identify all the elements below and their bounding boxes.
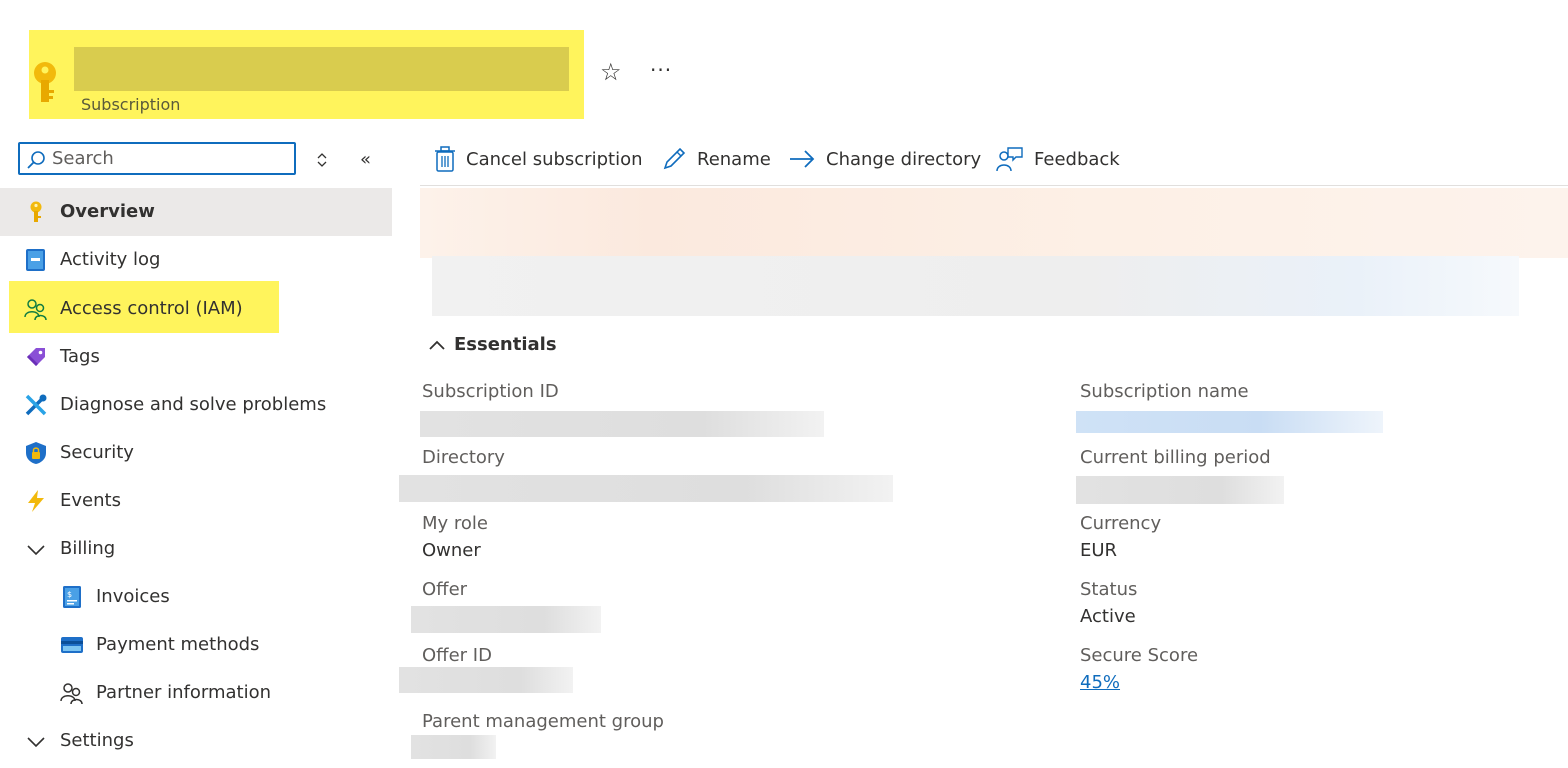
- feedback-icon: [996, 147, 1023, 172]
- sidebar-item-billing[interactable]: Billing: [0, 525, 392, 573]
- subscription-id-value-redacted: [420, 411, 824, 437]
- secure-score-link[interactable]: 45%: [1080, 671, 1120, 695]
- people-icon: [60, 681, 84, 705]
- directory-value-redacted: [399, 475, 893, 502]
- sidebar-item-label: Activity log: [60, 249, 161, 270]
- sidebar-item-label: Security: [60, 442, 134, 463]
- sidebar-item-invoices[interactable]: $ Invoices: [0, 573, 392, 621]
- billing-period-label: Current billing period: [1080, 447, 1271, 468]
- cancel-subscription-button[interactable]: Cancel subscription: [434, 145, 643, 173]
- status-label: Status: [1080, 579, 1138, 600]
- my-role-label: My role: [422, 513, 488, 534]
- sidebar-item-access-control[interactable]: Access control (IAM): [0, 285, 392, 333]
- sidebar-item-label: Access control (IAM): [60, 298, 243, 319]
- sidebar-item-tags[interactable]: Tags: [0, 333, 392, 381]
- essentials-title: Essentials: [454, 334, 557, 355]
- sidebar-item-label: Invoices: [96, 586, 170, 607]
- sidebar-item-security[interactable]: Security: [0, 429, 392, 477]
- notification-banner-redacted: [420, 188, 1568, 258]
- currency-label: Currency: [1080, 513, 1162, 534]
- sidebar-item-label: Settings: [60, 730, 134, 751]
- lightning-icon: [24, 489, 48, 513]
- shield-icon: [24, 441, 48, 465]
- sidebar-item-diagnose[interactable]: Diagnose and solve problems: [0, 381, 392, 429]
- offer-id-value-redacted: [399, 667, 573, 693]
- more-options-icon[interactable]: ···: [650, 58, 672, 82]
- toolbar-divider: [420, 185, 1568, 186]
- offer-value-redacted: [411, 606, 601, 633]
- sidebar-item-label: Payment methods: [96, 634, 260, 655]
- sidebar-item-label: Tags: [60, 346, 100, 367]
- rename-button[interactable]: Rename: [661, 145, 771, 173]
- feedback-label: Feedback: [1034, 148, 1120, 170]
- search-icon: [26, 150, 46, 174]
- offer-id-label: Offer ID: [422, 645, 492, 666]
- rename-label: Rename: [697, 148, 771, 170]
- sidebar-item-label: Billing: [60, 538, 116, 559]
- sidebar-item-partner-information[interactable]: Partner information: [0, 669, 392, 717]
- key-icon: [31, 60, 59, 110]
- my-role-value: Owner: [422, 540, 481, 561]
- sidebar-item-payment-methods[interactable]: Payment methods: [0, 621, 392, 669]
- sidebar-item-settings[interactable]: Settings: [0, 717, 392, 765]
- sort-icon[interactable]: [316, 152, 328, 172]
- invoice-icon: $: [60, 585, 84, 609]
- sidebar-item-label: Events: [60, 490, 121, 511]
- sidebar-item-label: Partner information: [96, 682, 272, 703]
- cancel-subscription-label: Cancel subscription: [466, 148, 643, 170]
- tag-icon: [24, 345, 48, 369]
- activity-log-icon: [24, 248, 48, 272]
- collapse-sidebar-icon[interactable]: «: [360, 151, 371, 169]
- parent-management-group-label: Parent management group: [422, 711, 664, 732]
- sidebar-item-events[interactable]: Events: [0, 477, 392, 525]
- subscription-title-redacted: [74, 47, 569, 91]
- sidebar-item-label: Overview: [60, 201, 155, 222]
- sidebar-item-label: Diagnose and solve problems: [60, 394, 327, 415]
- page-subtitle: Subscription: [81, 95, 181, 114]
- sidebar-item-activity-log[interactable]: Activity log: [0, 236, 392, 284]
- people-icon: [24, 297, 48, 321]
- chevron-down-icon: [24, 537, 48, 561]
- essentials-toggle[interactable]: Essentials: [428, 334, 557, 355]
- sidebar-item-overview[interactable]: Overview: [0, 188, 392, 236]
- info-banner-redacted: [432, 256, 1519, 316]
- arrow-right-icon: [790, 150, 815, 168]
- billing-period-value-redacted: [1076, 476, 1284, 504]
- secure-score-label: Secure Score: [1080, 645, 1199, 666]
- credit-card-icon: [60, 633, 84, 657]
- status-value: Active: [1080, 606, 1136, 627]
- chevron-down-icon: [24, 729, 48, 753]
- svg-text:$: $: [67, 590, 72, 599]
- wrench-icon: [24, 393, 48, 417]
- feedback-button[interactable]: Feedback: [996, 145, 1120, 173]
- directory-label: Directory: [422, 447, 505, 468]
- change-directory-label: Change directory: [826, 148, 982, 170]
- trash-icon: [435, 146, 455, 172]
- subscription-id-label: Subscription ID: [422, 381, 559, 402]
- key-icon: [24, 200, 48, 224]
- favorite-star-icon[interactable]: ☆: [600, 58, 622, 86]
- parent-management-group-value-redacted: [411, 735, 496, 759]
- pencil-icon: [663, 147, 686, 170]
- chevron-up-icon: [429, 340, 445, 350]
- search-input[interactable]: [52, 146, 290, 171]
- offer-label: Offer: [422, 579, 468, 600]
- subscription-name-value-redacted: [1076, 411, 1383, 433]
- subscription-name-label: Subscription name: [1080, 381, 1249, 402]
- currency-value: EUR: [1080, 540, 1118, 561]
- change-directory-button[interactable]: Change directory: [789, 145, 981, 173]
